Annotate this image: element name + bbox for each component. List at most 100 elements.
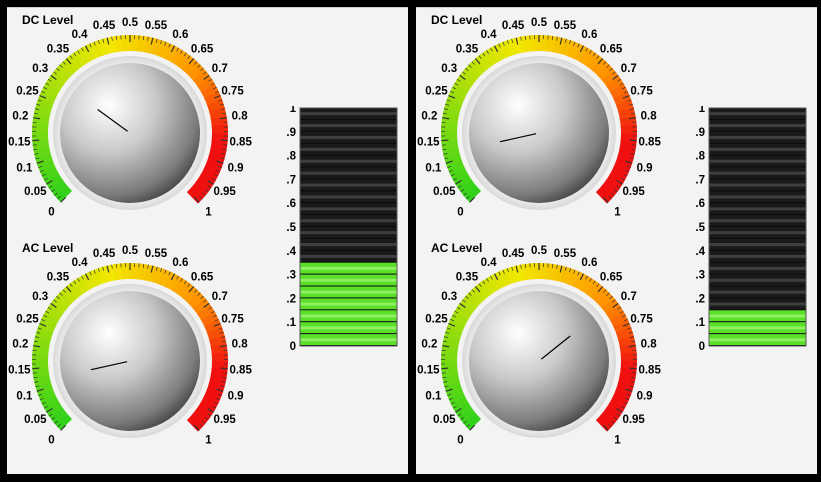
front-panel-right: 0 0.05 0.1 0.15 0.2 0.25 0.3 0.35 0.4 0.45 0.5 0.55… — [416, 7, 817, 474]
meter-scale-label: .9 — [286, 127, 296, 139]
gauge-tick — [629, 367, 637, 370]
dc-level-knob[interactable]: 00.05 0.1 0.15 0.2 0.25 0.3 0.350.4 0.45 0.5 0.55… — [7, 13, 267, 238]
gauge-scale-label: 1 — [205, 206, 212, 218]
gauge-tick — [32, 139, 40, 142]
gauge-scale-label: 0.2 — [421, 111, 437, 123]
ac-level-control: 0 0.05 0.1 0.15 0.2 0.25 0.3 0.35 0.4 0.45 0.5 0.55… — [416, 241, 676, 466]
gauge-scale-label: 0.1 — [425, 390, 442, 402]
gauge-scale-label: 0.55 — [554, 248, 577, 260]
gauge-scale-label: 0.55 — [145, 248, 168, 260]
meter-scale-label: .3 — [286, 270, 296, 282]
meter-segment-shine — [709, 135, 806, 139]
meter-scale-label: .4 — [695, 246, 705, 258]
gauge-scale-label: 0 — [457, 206, 463, 218]
meter-scale-label: 1 — [699, 106, 706, 115]
gauge-scale-label: 0.65 — [191, 44, 214, 56]
gauge-scale-label: 0.4 — [481, 29, 498, 41]
level-meter-bar: 1 .9 .8 .7 .6 .5 .4 .3 .2 .1 0 — [695, 106, 807, 351]
meter-segment-shine — [709, 171, 806, 175]
gauge-scale-label: 0.4 — [72, 29, 89, 41]
meter-scale-label: .7 — [695, 174, 705, 186]
meter-segment-shine — [300, 338, 397, 342]
gauge-scale-label: 0.7 — [621, 63, 637, 75]
meter-scale-label: .8 — [286, 151, 296, 163]
gauge-scale-label: 0.75 — [630, 314, 653, 326]
gauge-scale-label: 0.85 — [638, 137, 661, 149]
meter-scale-label: .1 — [286, 317, 296, 329]
gauge-scale-label: 0.6 — [172, 29, 188, 41]
gauge-scale-label: 0.25 — [425, 314, 448, 326]
gauge-tick — [223, 144, 228, 146]
gauge-scale-label: 0.35 — [456, 44, 479, 56]
meter-scale-label: 1 — [290, 106, 297, 115]
gauge-scale-label: 0.05 — [24, 186, 47, 198]
gauge-scale-label: 0.55 — [554, 20, 577, 32]
gauge-tick — [441, 372, 446, 374]
meter-segment-shine — [300, 135, 397, 139]
meter-segment-shine — [300, 147, 397, 151]
gauge-scale-label: 0.8 — [232, 339, 249, 351]
ac-level-label: AC Level — [22, 241, 74, 255]
gauge-scale-label: 0.1 — [425, 162, 442, 174]
gauge-scale-label: 0.25 — [425, 86, 448, 98]
meter-segment-shine — [300, 124, 397, 128]
gauge-scale-label: 0.7 — [621, 291, 637, 303]
knob-face[interactable] — [60, 63, 200, 203]
gauge-scale-label: 0.15 — [8, 137, 31, 149]
gauge-scale-label: 0 — [457, 434, 463, 446]
dc-level-knob[interactable]: 00.05 0.1 0.15 0.2 0.25 0.3 0.350.4 0.45 0.5 0.55… — [416, 13, 676, 238]
meter-scale-label: .5 — [695, 222, 705, 234]
meter-segment-shine — [709, 219, 806, 223]
meter-segment-shine — [300, 302, 397, 306]
gauge-scale-label: 0.6 — [581, 257, 597, 269]
gauge-scale-label: 0.3 — [441, 291, 457, 303]
knob-face[interactable] — [469, 291, 609, 431]
meter-segment-shine — [709, 195, 806, 199]
meter-segment-shine — [300, 159, 397, 163]
meter-segment-shine — [709, 290, 806, 294]
meter-segment-shine — [709, 254, 806, 258]
meter-segment-shine — [709, 159, 806, 163]
gauge-scale-label: 0.15 — [417, 137, 440, 149]
meter-scale-label: .6 — [695, 198, 705, 210]
gauge-scale-label: 0.85 — [229, 137, 252, 149]
gauge-scale-label: 0.9 — [228, 162, 244, 174]
meter-segment-shine — [300, 231, 397, 235]
gauge-scale-label: 0.6 — [581, 29, 597, 41]
meter-segment-shine — [300, 254, 397, 258]
gauge-tick — [441, 144, 446, 146]
gauge-scale-label: 0.45 — [93, 20, 116, 32]
gauge-tick — [441, 367, 449, 370]
gauge-scale-label: 0.95 — [622, 414, 645, 426]
level-meter-bar: 1 .9 .8 .7 .6 .5 .4 .3 .2 .1 0 — [286, 106, 398, 351]
front-panel-left: 0 0.05 0.1 0.15 0.2 0.25 0.3 0.35 0.4 0.45 0.5 0.55… — [7, 7, 408, 474]
meter-segment-shine — [300, 171, 397, 175]
gauge-scale-label: 0.3 — [32, 291, 48, 303]
gauge-scale-label: 0.05 — [24, 414, 47, 426]
meter-segment-shine — [300, 195, 397, 199]
meter-segment-shine — [709, 338, 806, 342]
meter-segment-shine — [709, 124, 806, 128]
gauge-scale-label: 0.35 — [456, 272, 479, 284]
gauge-scale-label: 0.4 — [72, 257, 89, 269]
level-meter: 1 .9 .8 .7 .6 .5 .4 .3 .2 .1 0 — [687, 106, 807, 351]
meter-segment-shine — [300, 207, 397, 211]
gauge-scale-label: 1 — [614, 206, 621, 218]
gauge-scale-label: 0.95 — [622, 186, 645, 198]
gauge-tick — [32, 144, 37, 146]
meter-segment-shine — [709, 147, 806, 151]
gauge-scale-label: 0.5 — [531, 245, 548, 257]
gauge-tick — [220, 367, 228, 370]
knob-face[interactable] — [60, 291, 200, 431]
gauge-scale-label: 0 — [48, 206, 54, 218]
meter-segment-shine — [300, 266, 397, 270]
gauge-scale-label: 0.1 — [16, 390, 33, 402]
ac-level-knob[interactable]: 00.05 0.1 0.15 0.2 0.25 0.3 0.350.4 0.45 0.5 0.55… — [7, 241, 267, 466]
gauge-scale-label: 1 — [614, 434, 621, 446]
meter-segment-shine — [709, 326, 806, 330]
meter-scale-label: .1 — [695, 317, 705, 329]
knob-face[interactable] — [469, 63, 609, 203]
ac-level-control: 0 0.05 0.1 0.15 0.2 0.25 0.3 0.35 0.4 0.45 0.5 0.55… — [7, 241, 267, 466]
ac-level-knob[interactable]: 00.05 0.1 0.15 0.2 0.25 0.3 0.350.4 0.45 0.5 0.55… — [416, 241, 676, 466]
meter-scale-label: .5 — [286, 222, 296, 234]
